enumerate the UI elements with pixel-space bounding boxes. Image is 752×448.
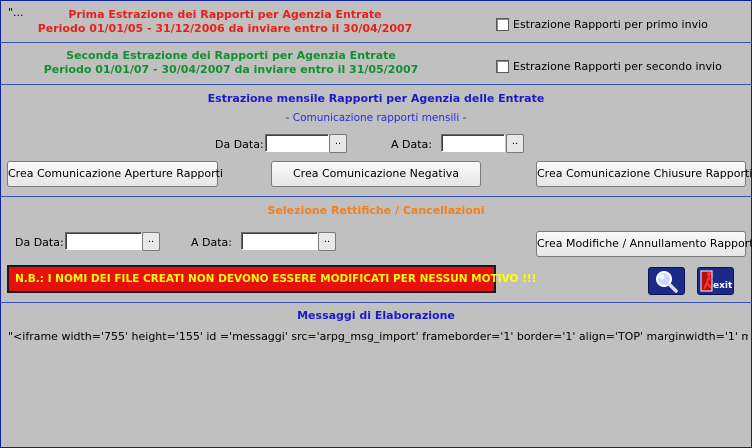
second-extraction-period: Periodo 01/01/07 - 30/04/2007 da inviare… — [43, 63, 419, 76]
monthly-subtitle: - Comunicazione rapporti mensili - — [285, 112, 467, 124]
divider — [0, 302, 752, 303]
second-extraction-title: Seconda Estrazione dei Rapporti per Agen… — [66, 49, 396, 62]
create-openings-button[interactable]: Crea Comunicazione Aperture Rapporti — [7, 161, 223, 187]
warning-banner: N.B.: I NOMI DEI FILE CREATI NON DEVONO … — [7, 265, 537, 293]
monthly-from-date-picker-button[interactable]: .. — [329, 134, 347, 153]
corrections-to-date-input[interactable] — [241, 232, 318, 250]
monthly-to-date-picker-button[interactable]: .. — [506, 134, 524, 153]
divider — [0, 196, 752, 197]
corrections-title: Selezione Rettifiche / Cancellazioni — [267, 204, 485, 217]
first-extraction-title: Prima Estrazione dei Rapporti per Agenzi… — [68, 8, 382, 21]
corrections-from-date-picker-button[interactable]: .. — [142, 232, 160, 251]
monthly-title: Estrazione mensile Rapporti per Agenzia … — [207, 92, 545, 105]
second-send-checkbox-label: Estrazione Rapporti per secondo invio — [513, 60, 722, 73]
monthly-from-date-input[interactable] — [265, 134, 329, 152]
exit-button[interactable]: exit — [697, 267, 734, 295]
first-send-checkbox-label: Estrazione Rapporti per primo invio — [513, 18, 708, 31]
magnifier-icon — [656, 271, 678, 293]
corrections-from-label: Da Data: — [15, 236, 64, 249]
monthly-from-label: Da Data: — [215, 138, 264, 151]
first-extraction-period: Periodo 01/01/05 - 31/12/2006 da inviare… — [37, 22, 413, 35]
corrections-from-date-input[interactable] — [65, 232, 142, 250]
create-closures-button[interactable]: Crea Comunicazione Chiusure Rapporti — [536, 161, 752, 187]
messages-content: "<iframe width='755' height='155' id ='m… — [8, 330, 748, 343]
first-send-checkbox[interactable] — [496, 18, 509, 31]
monthly-to-label: A Data: — [391, 138, 432, 151]
corrections-to-date-picker-button[interactable]: .. — [318, 232, 336, 251]
corrections-to-label: A Data: — [191, 236, 232, 249]
search-button[interactable] — [648, 267, 685, 295]
create-negative-button[interactable]: Crea Comunicazione Negativa — [271, 161, 481, 187]
monthly-to-date-input[interactable] — [441, 134, 505, 152]
create-changes-cancellations-button[interactable]: Crea Modifiche / Annullamento Rapporti — [536, 231, 752, 257]
divider — [0, 84, 752, 85]
second-send-checkbox[interactable] — [496, 60, 509, 73]
divider — [0, 42, 752, 43]
messages-title: Messaggi di Elaborazione — [297, 309, 455, 322]
exit-label: exit — [713, 281, 733, 291]
